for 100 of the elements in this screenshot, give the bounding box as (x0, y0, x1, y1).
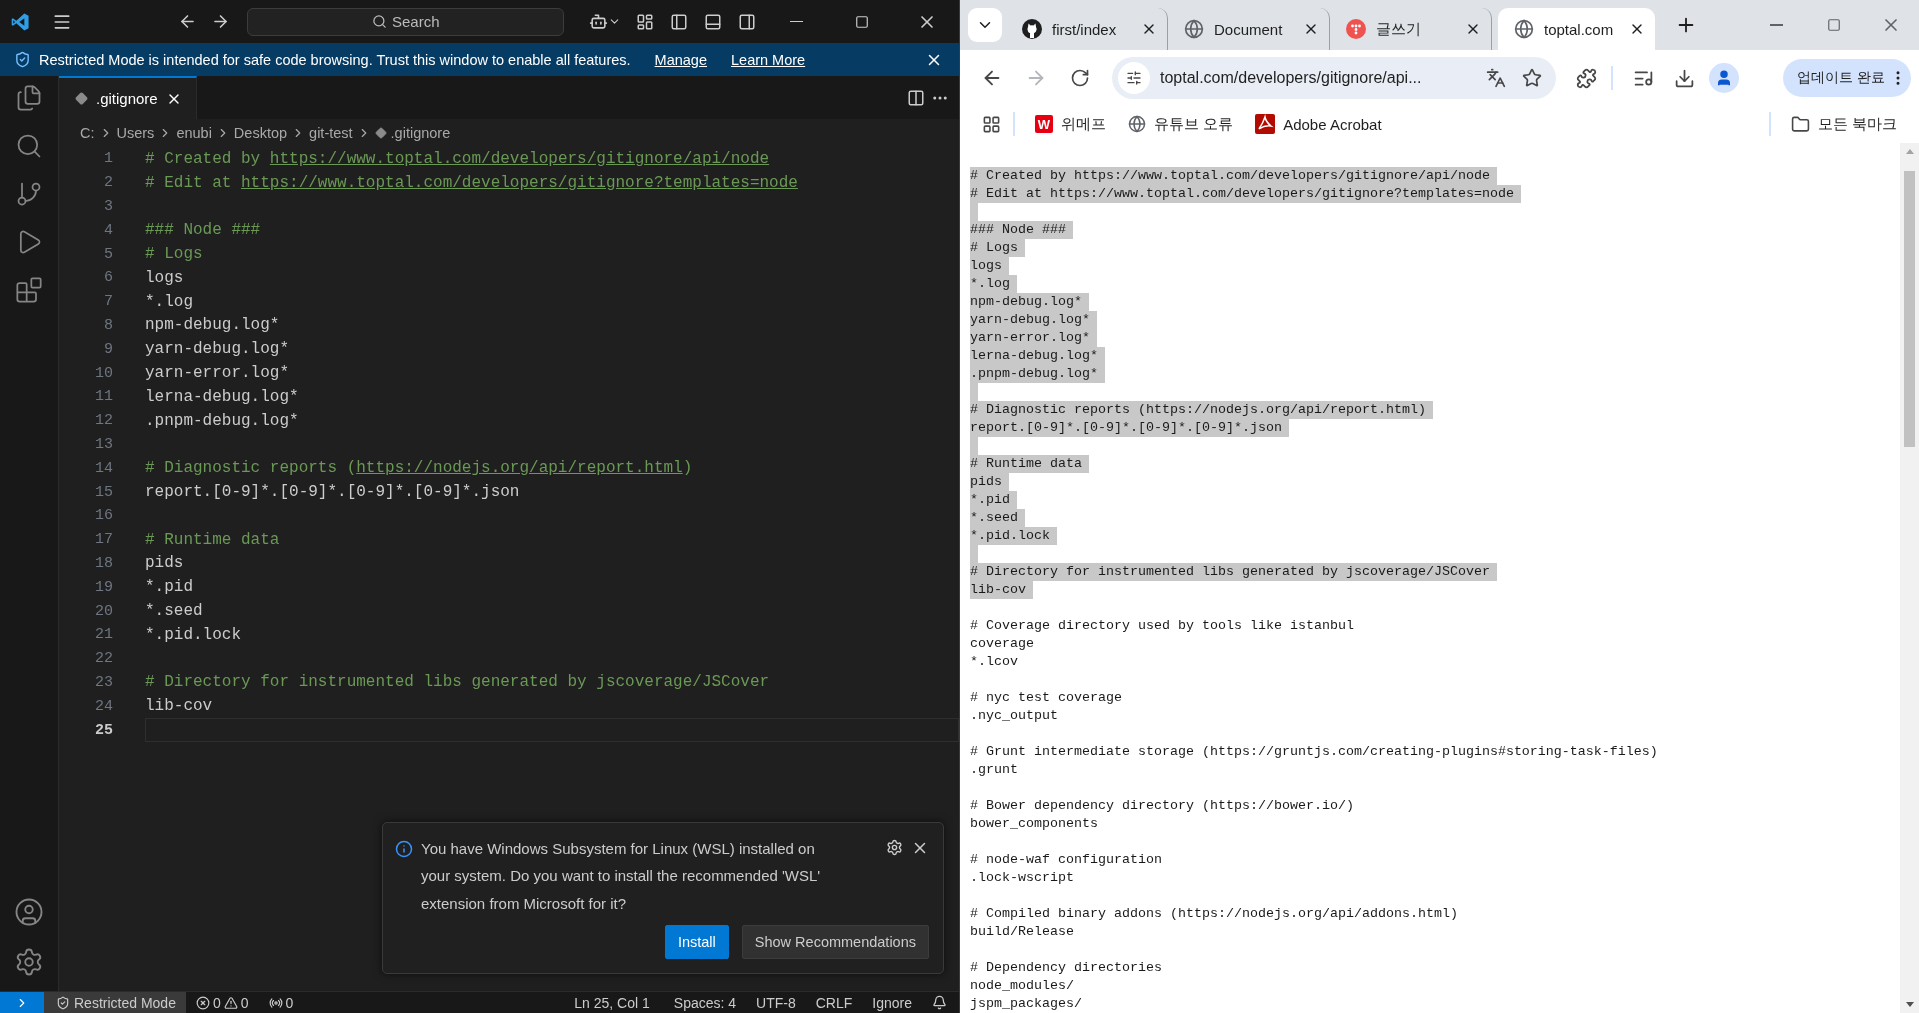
update-button[interactable]: 업데이트 완료 (1783, 59, 1911, 97)
code-line: .pnpm-debug.log* (145, 411, 299, 430)
page-text-line: *.lcov (970, 653, 1019, 671)
settings-icon[interactable] (886, 838, 903, 856)
extensions-icon[interactable] (15, 276, 43, 304)
ports-count: 0 (285, 994, 294, 1011)
breadcrumb-item[interactable]: Desktop (233, 125, 288, 141)
profile-avatar[interactable] (1709, 63, 1739, 93)
line-number: 12 (94, 412, 113, 430)
search-icon[interactable] (15, 132, 43, 160)
line-number: 7 (103, 293, 113, 311)
scrollbar-thumb[interactable] (1904, 171, 1915, 447)
problems-item[interactable]: 0 0 (185, 992, 259, 1013)
search-icon (371, 14, 387, 29)
ports-item[interactable]: 0 (258, 992, 304, 1013)
address-bar[interactable]: toptal.com/developers/gitignore/api... (1112, 57, 1556, 99)
site-settings-button[interactable] (1118, 62, 1150, 94)
recommendations-button[interactable]: Show Recommendations (741, 925, 929, 959)
browser-tab[interactable]: first/index (1006, 8, 1168, 50)
github-icon (1022, 19, 1042, 39)
maximize-icon (1826, 18, 1841, 32)
breadcrumb-item[interactable]: C: (80, 125, 95, 141)
line-number: 18 (94, 554, 113, 572)
banner-link[interactable]: Learn More (731, 51, 806, 68)
circle-logo-icon (1346, 19, 1366, 39)
source-control-icon[interactable] (15, 180, 43, 208)
line-number: 8 (103, 316, 113, 334)
browser-tab[interactable]: Document (1168, 8, 1330, 50)
page-text-line: node_modules/ (970, 977, 1075, 995)
explorer-icon[interactable] (15, 84, 43, 112)
link[interactable]: https://nodejs.org/api/report.html (356, 459, 683, 478)
code-line: yarn-error.log* (145, 364, 290, 383)
code-line: # Diagnostic reports (https://nodejs.org/api/report.html) (145, 459, 693, 478)
layout-icon (636, 12, 654, 31)
person-icon (1715, 69, 1733, 87)
minimize-icon (790, 20, 803, 23)
robot-icon (589, 12, 608, 31)
status-item[interactable]: CRLF (805, 992, 863, 1013)
panel-bottom-icon (704, 12, 722, 31)
page-text-line: # Dependency directories (970, 959, 1163, 977)
status-item[interactable]: UTF-8 (746, 992, 806, 1013)
all-bookmarks-item[interactable]: 모든 북마크 (1782, 110, 1905, 138)
settings-icon[interactable] (14, 947, 44, 977)
banner-link[interactable]: Manage (654, 51, 707, 68)
shield-icon (14, 51, 31, 68)
code-line: yarn-debug.log* (145, 340, 290, 359)
line-number: 17 (94, 531, 113, 549)
code-line: # Edit at https://www.toptal.com/developers/gitignore?templates=node (145, 173, 798, 192)
antenna-icon (268, 995, 283, 1010)
scrollbar[interactable] (1900, 143, 1919, 1013)
link[interactable]: https://www.toptal.com/developers/gitignore?templates=node (241, 173, 798, 192)
install-button[interactable]: Install (664, 925, 729, 959)
status-item[interactable]: Ln 25, Col 1 (560, 992, 664, 1013)
page-text-line: # node-waf configuration (970, 851, 1163, 869)
code-line: ### Node ### (145, 221, 261, 240)
download-icon[interactable] (1674, 67, 1695, 89)
bookmark-item[interactable]: W 위메프 (1027, 110, 1114, 138)
split-editor-icon[interactable] (907, 88, 925, 107)
notifications-icon[interactable] (932, 995, 947, 1010)
line-number: 20 (94, 602, 113, 620)
code-line: *.pid.lock (145, 625, 241, 644)
apps-icon[interactable] (982, 114, 1001, 134)
account-icon[interactable] (14, 897, 44, 927)
globe-icon (1514, 19, 1534, 39)
page-text-line: # Grunt intermediate storage (https://gruntjs.com/creating-plugins#storing-task-files) (970, 743, 1659, 761)
banner-message: Restricted Mode is intended for safe code browsing. Trust this window to enable all features. (39, 51, 631, 68)
link[interactable]: https://www.toptal.com/developers/gitignore/api/node (269, 149, 770, 168)
browser-tab[interactable]: 글쓰기 (1330, 8, 1492, 50)
maximize-icon (855, 14, 869, 29)
breadcrumb-item[interactable]: .gitignore (390, 125, 451, 141)
breadcrumb-item[interactable]: Users (116, 125, 155, 141)
line-number: 11 (94, 388, 113, 406)
line-number: 5 (103, 245, 113, 263)
file-icon (75, 92, 88, 105)
page-text-line: bower_components (970, 815, 1099, 833)
line-number: 6 (103, 269, 113, 287)
bookmark-item[interactable]: 유튜브 오류 (1120, 110, 1242, 138)
editor-tab[interactable]: .gitignore (59, 76, 197, 119)
breadcrumb-item[interactable]: git-test (309, 125, 353, 141)
tab-title: first/index (1052, 20, 1118, 38)
warning-count: 0 (240, 994, 249, 1011)
code-line: # Runtime data (145, 530, 280, 549)
panel-right-icon (738, 12, 756, 31)
code-line: # Created by https://www.toptal.com/developers/gitignore/api/node (145, 149, 770, 168)
line-number: 16 (94, 507, 113, 525)
status-item[interactable]: Spaces: 4 (663, 992, 747, 1013)
line-number: 4 (103, 221, 113, 239)
restricted-mode-item[interactable]: Restricted Mode (44, 992, 186, 1013)
error-icon (195, 995, 210, 1010)
bookmark-star-icon[interactable] (1522, 68, 1542, 88)
globe-icon (1184, 19, 1204, 39)
browser-tab[interactable]: toptal.com (1498, 8, 1655, 50)
breadcrumb-item[interactable]: enubi (176, 125, 212, 141)
search-box[interactable]: Search (247, 7, 564, 36)
bookmark-item[interactable]: Adobe Acrobat (1247, 110, 1390, 138)
extensions-icon[interactable] (1576, 67, 1597, 89)
status-item[interactable]: Ignore (862, 992, 922, 1013)
url-field[interactable]: toptal.com/developers/gitignore/api... (1158, 68, 1478, 88)
pdf-icon (1255, 114, 1276, 134)
translate-icon[interactable] (1486, 68, 1506, 88)
